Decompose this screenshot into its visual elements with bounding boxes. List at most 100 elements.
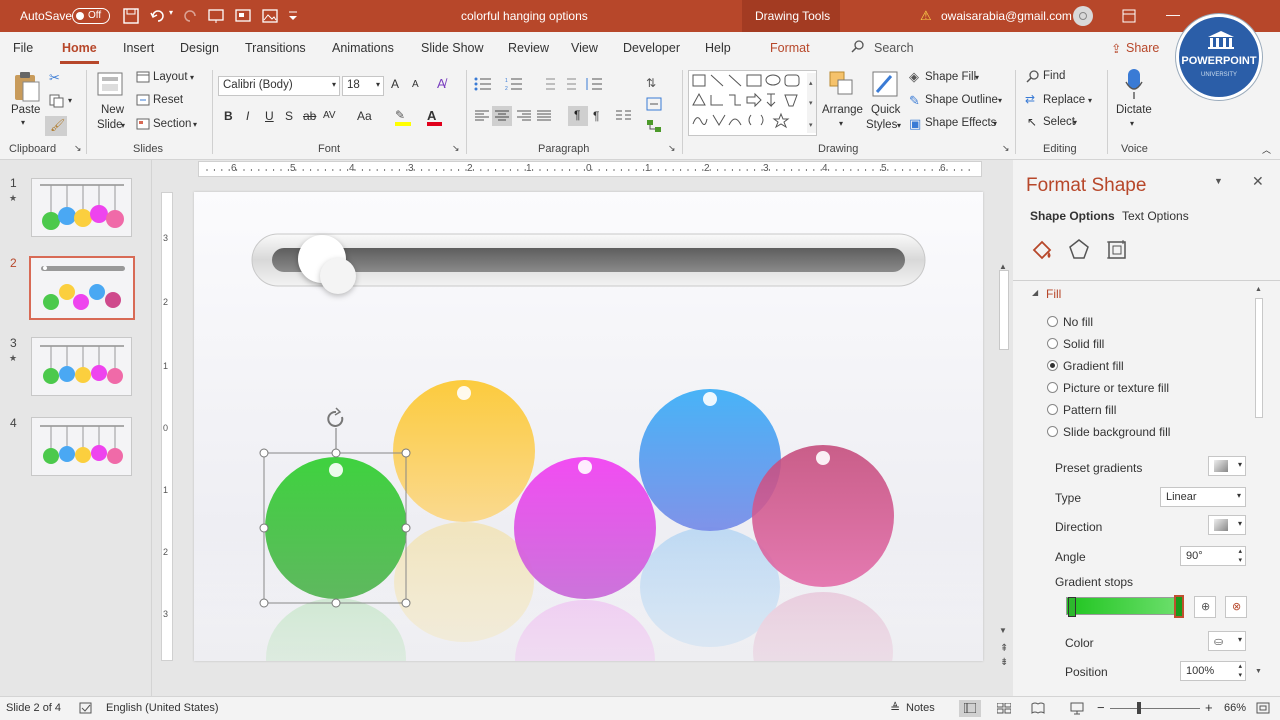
direction-button[interactable]: ▾	[1208, 515, 1246, 535]
tab-review[interactable]: Review	[508, 41, 549, 55]
tab-slide-show[interactable]: Slide Show	[421, 41, 484, 55]
tab-developer[interactable]: Developer	[623, 41, 680, 55]
account-email[interactable]: owaisarabia@gmail.com	[941, 9, 1072, 23]
size-properties-icon[interactable]	[1106, 239, 1128, 261]
minimize-icon[interactable]: —	[1166, 6, 1180, 22]
notes-button[interactable]: Notes	[906, 702, 935, 714]
layout-button[interactable]: Layout	[153, 71, 188, 83]
microphone-icon[interactable]	[1124, 68, 1144, 100]
angle-input[interactable]: 90° ▴ ▾	[1180, 546, 1246, 566]
highlight-color-icon[interactable]: ✎	[395, 108, 413, 126]
strikethrough-icon[interactable]: ab	[303, 109, 316, 123]
gradient-stops-bar[interactable]	[1066, 597, 1184, 615]
slide-canvas[interactable]	[194, 192, 983, 661]
fill-option-label[interactable]: No fill	[1063, 315, 1093, 329]
pane-scrollbar[interactable]: ▲ ▼	[1254, 286, 1264, 678]
justify-icon[interactable]	[537, 110, 551, 122]
quick-styles-button[interactable]: Styles	[866, 119, 897, 131]
dictate-button[interactable]: Dictate	[1116, 104, 1152, 116]
shape-effects-icon[interactable]: ▣	[909, 116, 921, 132]
canvas-scrollbar[interactable]: ▲ ▼	[997, 262, 1011, 635]
new-slide-button[interactable]: Slide	[97, 119, 123, 131]
color-picker-button[interactable]: ⛀ ▾	[1208, 631, 1246, 651]
section-button[interactable]: Section	[153, 118, 191, 130]
clipboard-launcher-icon[interactable]: ↘	[74, 143, 82, 154]
radio-solid-fill[interactable]	[1047, 338, 1058, 349]
fill-line-icon[interactable]	[1030, 238, 1054, 262]
slide-thumbnail-4[interactable]	[31, 417, 132, 476]
quick-styles-label[interactable]: Quick	[871, 104, 900, 116]
remove-stop-button[interactable]: ⊗	[1225, 596, 1247, 618]
prev-slide-icon[interactable]: ⇞	[1000, 643, 1008, 654]
char-spacing-icon[interactable]: AV	[323, 110, 336, 121]
font-name-combo[interactable]: Calibri (Body) ▾	[218, 76, 340, 96]
type-select[interactable]: Linear ▾	[1160, 487, 1246, 507]
align-text-icon[interactable]	[646, 97, 662, 111]
reset-button[interactable]: Reset	[153, 94, 183, 106]
fill-option-label[interactable]: Pattern fill	[1063, 403, 1116, 417]
rtl-icon[interactable]: ¶	[593, 109, 599, 123]
new-slide-icon[interactable]	[97, 70, 125, 100]
line-spacing-icon[interactable]	[585, 77, 603, 91]
tab-transitions[interactable]: Transitions	[245, 41, 306, 55]
slide-thumbnail-3[interactable]	[31, 337, 132, 396]
effects-icon[interactable]	[1068, 238, 1090, 260]
grow-font-icon[interactable]: A	[391, 77, 399, 91]
redo-icon[interactable]	[182, 8, 198, 24]
autosave-toggle[interactable]: Off	[72, 8, 110, 24]
radio-pattern-fill[interactable]	[1047, 404, 1058, 415]
replace-button[interactable]: Replace	[1043, 94, 1085, 106]
tab-file[interactable]: File	[13, 41, 33, 55]
tab-help[interactable]: Help	[705, 41, 731, 55]
shape-fill-icon[interactable]: ◈	[909, 69, 919, 85]
find-icon[interactable]	[1026, 70, 1040, 84]
gradient-stop-left[interactable]	[1068, 597, 1076, 617]
next-slide-icon[interactable]: ⇟	[1000, 657, 1008, 668]
radio-gradient-fill[interactable]	[1047, 360, 1058, 371]
zoom-out-icon[interactable]: −	[1097, 700, 1105, 715]
drawing-launcher-icon[interactable]: ↘	[1002, 143, 1010, 154]
shape-outline-icon[interactable]: ✎	[909, 93, 920, 109]
columns-icon[interactable]	[616, 110, 632, 122]
select-button[interactable]: Select	[1043, 116, 1075, 128]
increase-indent-icon[interactable]	[561, 77, 577, 91]
ribbon-display-icon[interactable]	[1122, 9, 1136, 23]
start-from-beginning-icon[interactable]	[208, 8, 224, 24]
align-left-icon[interactable]	[475, 110, 489, 122]
pane-options-icon[interactable]: ▼	[1214, 176, 1223, 186]
fill-option-label[interactable]: Picture or texture fill	[1063, 381, 1169, 395]
scrollbar-thumb[interactable]	[999, 270, 1009, 350]
smartart-icon[interactable]	[646, 119, 662, 133]
warning-icon[interactable]: ⚠	[920, 8, 932, 24]
quick-styles-icon[interactable]	[871, 70, 899, 100]
change-case-button[interactable]: Aa	[357, 109, 372, 123]
customize-qa-icon[interactable]	[287, 8, 299, 24]
add-stop-button[interactable]: ⊕	[1194, 596, 1216, 618]
font-launcher-icon[interactable]: ↘	[452, 143, 460, 154]
spell-check-icon[interactable]	[79, 702, 93, 715]
fill-option-label[interactable]: Slide background fill	[1063, 425, 1170, 439]
align-right-icon[interactable]	[517, 110, 531, 122]
shape-effects-button[interactable]: Shape Effects	[925, 117, 996, 129]
arrange-icon[interactable]	[828, 70, 856, 100]
pane-scrollbar-thumb[interactable]	[1255, 298, 1263, 418]
avatar[interactable]	[1073, 6, 1093, 26]
cut-icon[interactable]: ✂	[49, 70, 60, 86]
decrease-indent-icon[interactable]	[540, 77, 556, 91]
share-icon[interactable]: ⇪	[1111, 41, 1121, 56]
fit-slide-icon[interactable]	[1256, 702, 1270, 715]
zoom-slider[interactable]	[1110, 708, 1200, 709]
format-painter-icon[interactable]: 🖌	[45, 116, 67, 136]
normal-view-button[interactable]	[959, 700, 981, 717]
fill-option-label[interactable]: Gradient fill	[1063, 359, 1124, 373]
slideshow-view-icon[interactable]	[1070, 702, 1084, 715]
language-indicator[interactable]: English (United States)	[106, 702, 219, 714]
gradient-stop-right[interactable]	[1174, 595, 1184, 618]
save-icon[interactable]	[123, 8, 139, 24]
shadow-button[interactable]: S	[285, 109, 293, 123]
paragraph-launcher-icon[interactable]: ↘	[668, 143, 676, 154]
ltr-button[interactable]: ¶	[568, 106, 588, 126]
shapes-gallery-icon[interactable]: ▴ ▾ ▾	[689, 71, 817, 135]
tab-text-options[interactable]: Text Options	[1122, 209, 1189, 223]
tab-home[interactable]: Home	[60, 41, 99, 64]
